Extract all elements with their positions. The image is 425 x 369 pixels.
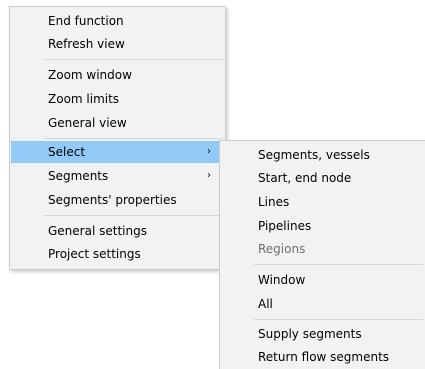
chevron-right-icon: ›	[207, 146, 211, 157]
menu-item-zoom-limits[interactable]: Zoom limits	[11, 88, 224, 110]
menu-separator	[44, 215, 223, 216]
menu-item-label: Window	[258, 273, 306, 287]
menu-item-label: Pipelines	[258, 219, 312, 233]
menu-item-label: General view	[48, 116, 127, 130]
menu-item-label: All	[258, 297, 273, 311]
menu-item-label: Zoom window	[48, 68, 132, 82]
menu-item-label: Segments, vessels	[258, 148, 370, 162]
menu-item-label: Return flow segments	[258, 350, 390, 364]
select-submenu: Segments, vessels Start, end node Lines …	[219, 140, 425, 369]
menu-separator	[44, 138, 223, 139]
menu-item-label: End function	[48, 14, 124, 28]
menu-item-label: Regions	[258, 242, 306, 256]
menu-separator	[254, 319, 423, 320]
menu-separator	[44, 59, 223, 60]
submenu-item-all[interactable]: All	[221, 293, 424, 315]
menu-item-label: Supply segments	[258, 327, 362, 341]
submenu-item-supply-segments[interactable]: Supply segments	[221, 323, 424, 345]
menu-item-general-view[interactable]: General view	[11, 112, 224, 134]
menu-item-label: General settings	[48, 224, 147, 238]
menu-separator	[254, 264, 423, 265]
submenu-item-lines[interactable]: Lines	[221, 191, 424, 213]
submenu-item-return-flow-segments[interactable]: Return flow segments	[221, 346, 424, 368]
chevron-right-icon: ›	[207, 170, 211, 181]
menu-item-select[interactable]: Select ›	[11, 141, 224, 163]
menu-item-segments[interactable]: Segments ›	[11, 165, 224, 187]
menu-item-end-function[interactable]: End function	[11, 10, 224, 32]
menu-item-label: Select	[48, 145, 86, 159]
context-menu: End function Refresh view Zoom window Zo…	[9, 6, 226, 270]
menu-item-zoom-window[interactable]: Zoom window	[11, 64, 224, 86]
submenu-item-segments-vessels[interactable]: Segments, vessels	[221, 144, 424, 166]
menu-item-refresh-view[interactable]: Refresh view	[11, 33, 224, 55]
menu-item-project-settings[interactable]: Project settings	[11, 243, 224, 265]
menu-item-label: Refresh view	[48, 37, 125, 51]
menu-item-label: Project settings	[48, 247, 141, 261]
menu-item-label: Segments' properties	[48, 193, 177, 207]
menu-item-label: Segments	[48, 169, 109, 183]
menu-item-label: Start, end node	[258, 171, 352, 185]
menu-item-label: Lines	[258, 195, 290, 209]
menu-item-segments-properties[interactable]: Segments' properties	[11, 189, 224, 211]
menu-item-label: Zoom limits	[48, 92, 120, 106]
submenu-item-window[interactable]: Window	[221, 269, 424, 291]
submenu-item-start-end-node[interactable]: Start, end node	[221, 167, 424, 189]
menu-item-general-settings[interactable]: General settings	[11, 220, 224, 242]
submenu-item-pipelines[interactable]: Pipelines	[221, 215, 424, 237]
submenu-item-regions: Regions	[221, 238, 424, 260]
